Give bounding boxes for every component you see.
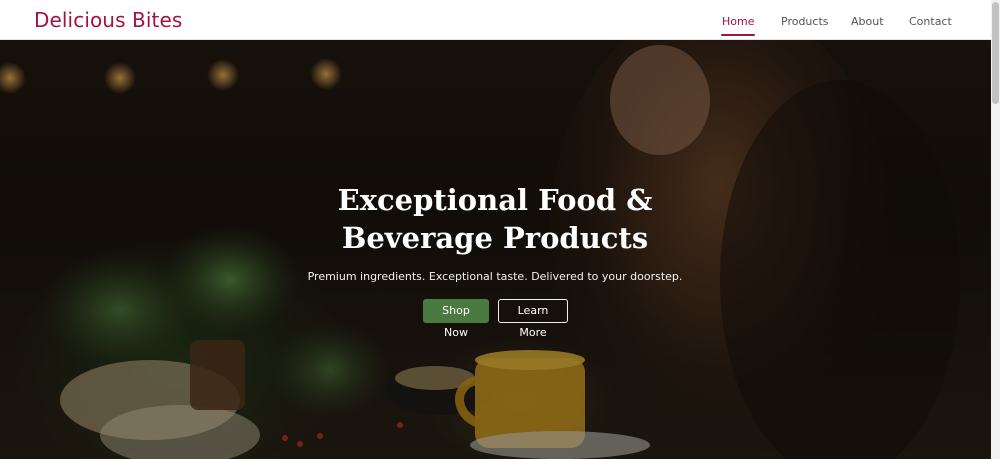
- hero-content: Exceptional Food & Beverage Products Pre…: [0, 40, 991, 459]
- shop-now-button[interactable]: Shop Now: [423, 299, 489, 339]
- navbar: Delicious Bites Home Products About Cont…: [0, 0, 991, 40]
- brand-logo[interactable]: Delicious Bites: [34, 8, 182, 32]
- page-scrollbar[interactable]: [991, 0, 1000, 459]
- nav-link-products[interactable]: Products: [781, 15, 829, 28]
- hero-subtitle: Premium ingredients. Exceptional taste. …: [307, 270, 683, 283]
- page: Delicious Bites Home Products About Cont…: [0, 0, 1000, 459]
- hero-section: Exceptional Food & Beverage Products Pre…: [0, 40, 991, 459]
- nav-link-home[interactable]: Home: [720, 15, 756, 36]
- nav-link-contact[interactable]: Contact: [909, 15, 952, 28]
- scrollbar-thumb[interactable]: [992, 2, 999, 104]
- hero-title: Exceptional Food & Beverage Products: [337, 183, 653, 255]
- learn-more-button[interactable]: Learn More: [498, 299, 568, 339]
- nav-link-about[interactable]: About: [851, 15, 884, 28]
